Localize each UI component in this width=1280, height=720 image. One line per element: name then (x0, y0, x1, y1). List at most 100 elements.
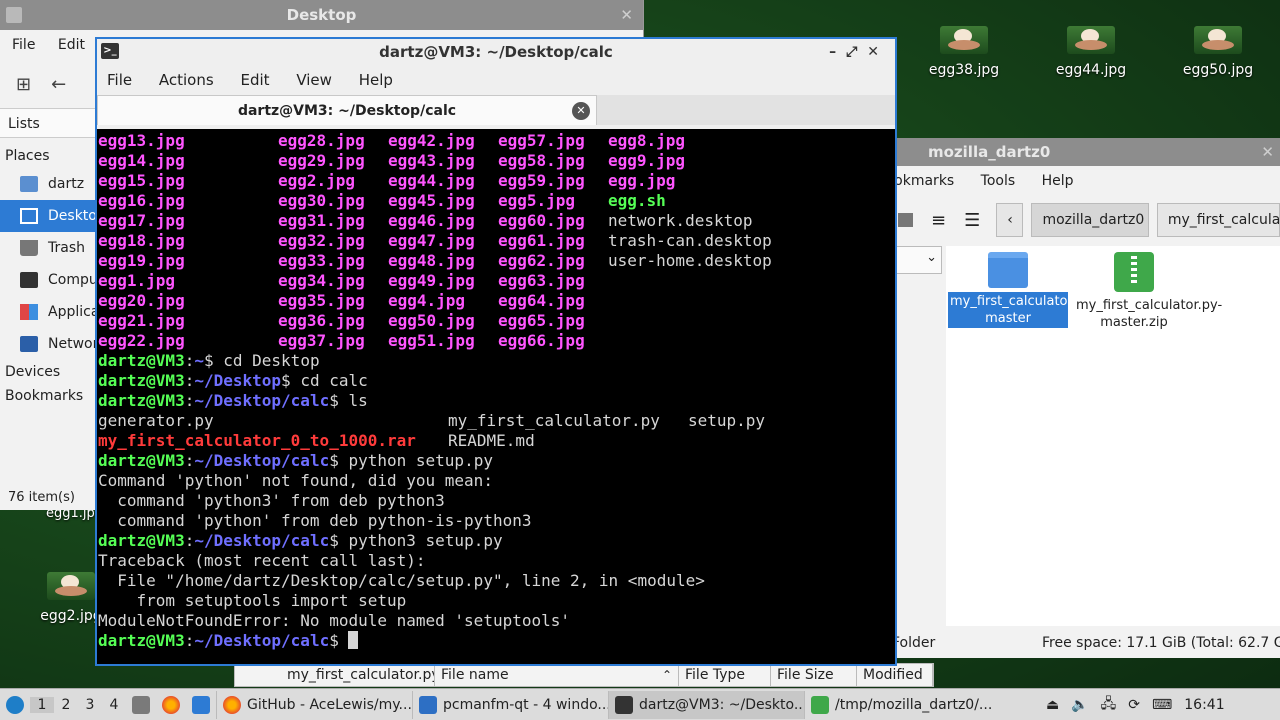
terminal-line: command 'python' from deb python-is-pyth… (98, 511, 895, 531)
back-arrow-icon[interactable]: ← (51, 74, 66, 95)
column-header-file-type[interactable]: File Type (679, 664, 771, 686)
ls-entry: egg28.jpg (278, 131, 365, 150)
desktop-icon-egg50[interactable]: egg50.jpg (1163, 26, 1273, 78)
terminal-line: dartz@VM3:~/Desktop/calc$ ls (98, 391, 895, 411)
file-item-folder[interactable]: my_first_calculator.py-master (948, 252, 1096, 328)
tray-keyboard-icon[interactable]: ⌨ (1146, 691, 1178, 719)
prompt-path: ~/Desktop/calc (194, 451, 330, 470)
taskbar-window-terminal[interactable]: dartz@VM3: ~/Deskto... (608, 690, 804, 719)
prompt-path: ~/Desktop/calc (194, 531, 330, 550)
start-menu-button[interactable] (0, 691, 30, 719)
ls-entry: egg1.jpg (98, 271, 176, 290)
ls-output-row: egg18.jpg egg32.jpg egg47.jpg egg61.jpg tras… (98, 231, 895, 251)
quicklaunch-firefox[interactable] (156, 691, 186, 719)
desktop-icon-egg44[interactable]: egg44.jpg (1036, 26, 1146, 78)
column-header-file-name[interactable]: File name ⌃ (435, 664, 679, 686)
terminal-text: : (184, 631, 195, 650)
window-menu-icon[interactable] (6, 7, 22, 23)
maximize-icon[interactable]: ⤢ (846, 44, 867, 60)
image-thumbnail-icon (940, 26, 988, 54)
menu-help[interactable]: Help (1042, 173, 1074, 189)
tray-eject-icon[interactable]: ⏏ (1040, 691, 1065, 719)
workspace-3[interactable]: 3 (78, 697, 102, 713)
menu-edit[interactable]: Edit (240, 71, 269, 89)
menu-tools[interactable]: Tools (981, 173, 1016, 189)
command-text: python3 setup.py (348, 531, 503, 550)
ls-entry: egg37.jpg (278, 331, 365, 350)
close-tab-icon[interactable]: ✕ (572, 102, 590, 120)
quicklaunch-file-manager[interactable] (126, 691, 156, 719)
menu-view[interactable]: View (296, 71, 332, 89)
taskbar-window-archive[interactable]: /tmp/mozilla_dartz0/... (804, 690, 1000, 719)
folder-icon (988, 252, 1028, 288)
quicklaunch-show-desktop[interactable] (186, 691, 216, 719)
ls-entry (608, 291, 778, 311)
terminal-line: dartz@VM3:~/Desktop/calc$ python3 setup.… (98, 531, 895, 551)
tray-updates-icon[interactable]: ⟳ (1122, 691, 1146, 719)
terminal-line: my_first_calculator_0_to_1000.rar README.… (98, 431, 895, 451)
prompt-path: ~/Desktop/calc (194, 631, 330, 650)
list-view-icon[interactable]: ≡ (931, 210, 946, 231)
window-titlebar[interactable]: >_ dartz@VM3: ~/Desktop/calc –⤢✕ (97, 39, 895, 65)
detail-view-icon[interactable]: ☰ (964, 210, 980, 231)
side-pane-dropdown[interactable]: ⌄ (892, 246, 942, 274)
close-icon[interactable]: ✕ (620, 0, 633, 30)
workspace-2[interactable]: 2 (54, 697, 78, 713)
ls-output-row: egg19.jpg egg33.jpg egg48.jpg egg62.jpg user… (98, 251, 895, 271)
terminal-text: $ (329, 391, 349, 410)
ls-entry: egg19.jpg (98, 251, 185, 270)
ls-entry: egg.jpg (608, 171, 676, 190)
new-tab-icon[interactable]: ⊞ (16, 74, 31, 95)
taskbar-window-pcmanfm[interactable]: pcmanfm-qt - 4 windo... (412, 690, 608, 719)
menu-file[interactable]: File (12, 37, 35, 53)
breadcrumb-my-first-calculator[interactable]: my_first_calculator (1156, 203, 1280, 237)
ls-entry: egg16.jpg (98, 191, 185, 210)
window-title: dartz@VM3: ~/Desktop/calc (379, 43, 613, 61)
breadcrumb-back-button[interactable]: ‹ (996, 203, 1024, 237)
taskbar-window-firefox[interactable]: GitHub - AceLewis/my... (216, 690, 412, 719)
workspace-4[interactable]: 4 (102, 697, 126, 713)
menu-edit[interactable]: Edit (58, 37, 85, 53)
clock[interactable]: 16:41 (1178, 691, 1230, 719)
terminal-cursor (348, 631, 359, 649)
sidebar-item-label: dartz (48, 176, 85, 192)
icon-view-icon[interactable] (898, 213, 913, 227)
terminal-text: : (184, 391, 195, 410)
column-header-modified[interactable]: Modified (857, 664, 933, 686)
column-header-file-size[interactable]: File Size (771, 664, 857, 686)
ls-entry: egg2.jpg (278, 171, 356, 190)
path-field[interactable]: my_first_calculator.py (235, 664, 435, 686)
menu-file[interactable]: File (107, 71, 132, 89)
menu-help[interactable]: Help (359, 71, 393, 89)
tray-volume-icon[interactable]: 🔈 (1065, 691, 1094, 719)
menu-actions[interactable]: Actions (159, 71, 214, 89)
breadcrumb-mozilla-dartz0[interactable]: mozilla_dartz0 (1031, 203, 1149, 237)
tab-terminal[interactable]: dartz@VM3: ~/Desktop/calc ✕ (97, 95, 597, 125)
ls-entry: egg47.jpg (388, 231, 475, 250)
firefox-icon (162, 695, 180, 714)
ls-entry: egg60.jpg (498, 211, 585, 230)
toolbar: ≡ ☰ ‹ mozilla_dartz0 my_first_calculator (892, 196, 1280, 244)
terminal-output[interactable]: egg13.jpg egg28.jpg egg42.jpg egg57.jpg egg8… (97, 129, 895, 664)
ls-entry: egg48.jpg (388, 251, 475, 270)
window-titlebar[interactable]: Desktop ✕ (0, 0, 643, 30)
file-icon-view[interactable]: my_first_calculator.py-master my_first_c… (946, 246, 1280, 626)
window-titlebar[interactable]: mozilla_dartz0 ✕ (892, 138, 1280, 166)
ls-entry: egg63.jpg (498, 271, 585, 290)
status-free-space: Free space: 17.1 GiB (Total: 62.7 GiB) (1042, 635, 1280, 651)
workspace-1[interactable]: 1 (30, 696, 54, 713)
prompt-user: dartz@VM3 (98, 451, 185, 470)
ls-entry: egg.sh (608, 191, 666, 210)
desktop-icon-egg38[interactable]: egg38.jpg (909, 26, 1019, 78)
ls-entry (608, 311, 778, 331)
file-item-zip[interactable]: my_first_calculator.py-master.zip (1074, 252, 1222, 332)
taskbar-window-label: dartz@VM3: ~/Deskto... (639, 696, 804, 713)
status-selection: Folder (892, 635, 936, 651)
close-icon[interactable]: ✕ (1261, 138, 1274, 166)
minimize-icon[interactable]: – (829, 44, 846, 60)
window-title: mozilla_dartz0 (928, 143, 1051, 161)
close-icon[interactable]: ✕ (867, 44, 889, 60)
prompt-user: dartz@VM3 (98, 631, 185, 650)
tray-network-icon[interactable]: 🖧 (1095, 691, 1123, 719)
ls-entry: egg30.jpg (278, 191, 365, 210)
